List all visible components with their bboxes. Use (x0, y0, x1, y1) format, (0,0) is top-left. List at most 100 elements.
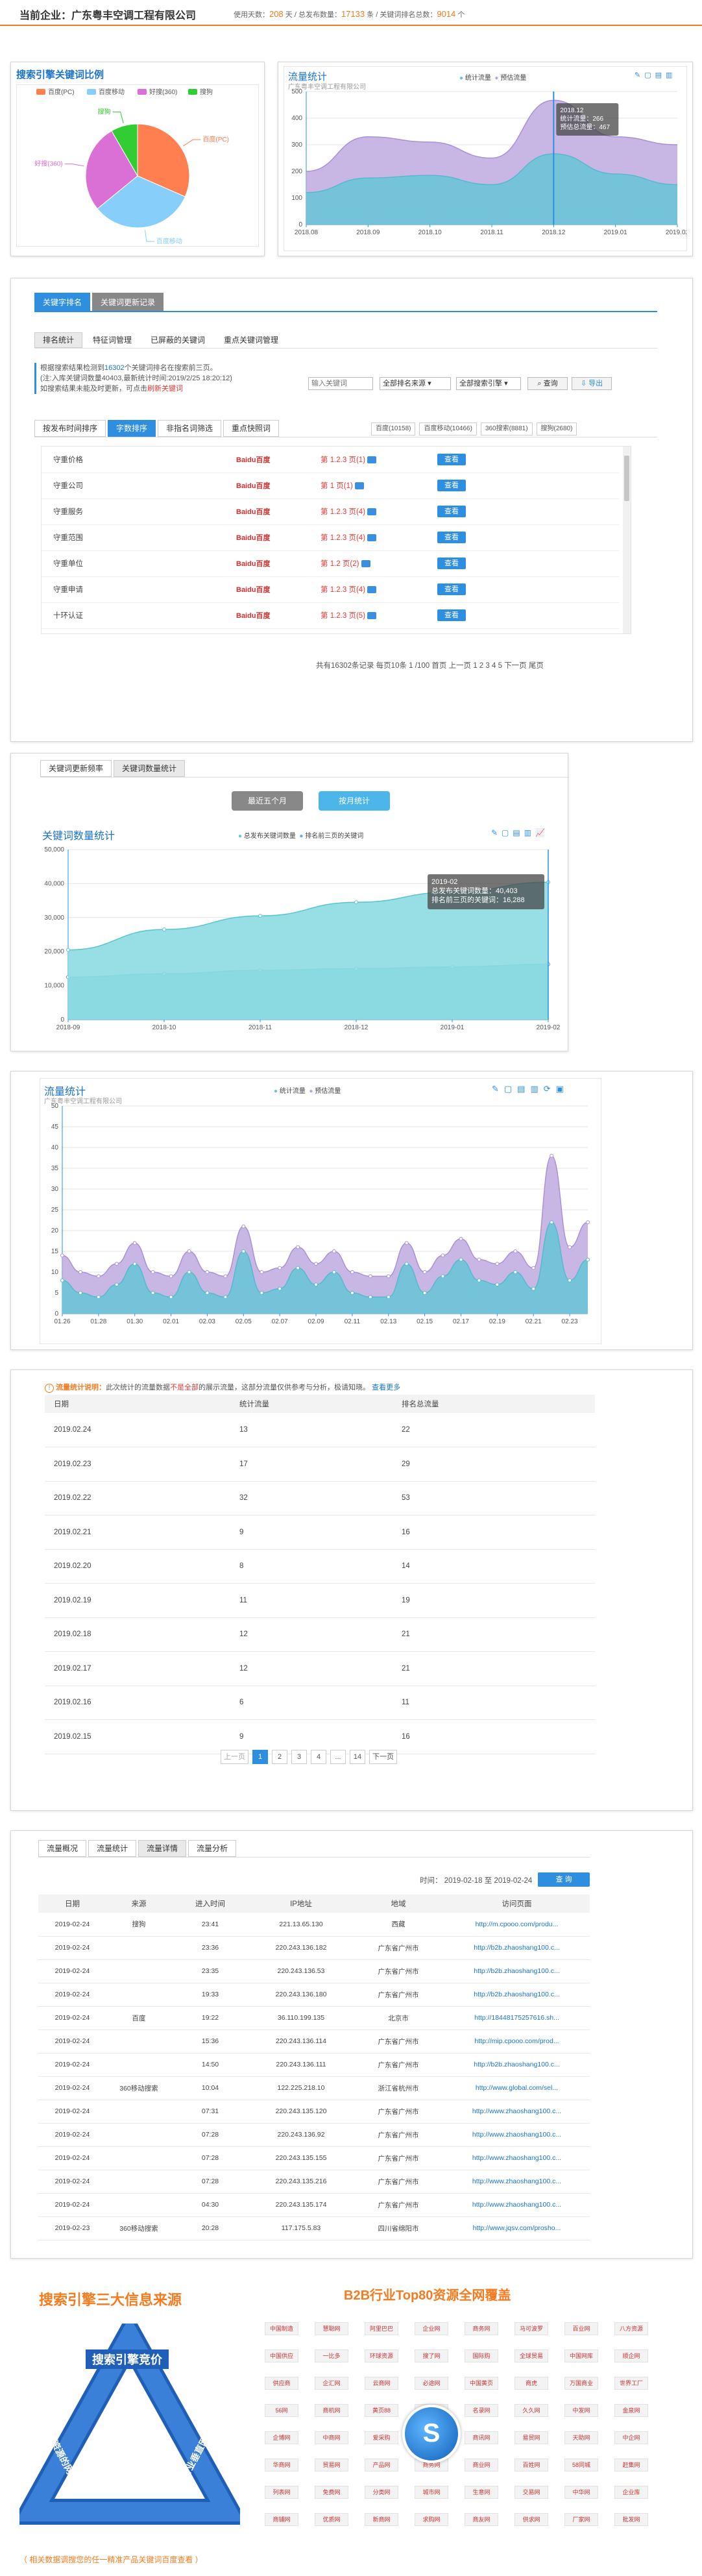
data-point[interactable] (162, 927, 166, 932)
keyword-search-input[interactable] (308, 377, 373, 390)
date-from-input[interactable]: 2019-02-18 (444, 1877, 483, 1885)
tab-keyword-update-log[interactable]: 关键词更新记录 (92, 293, 164, 311)
page-link[interactable]: http://b2b.zhaoshang100.c... (444, 1936, 590, 1959)
page-link[interactable]: http://b2b.zhaoshang100.c... (444, 1983, 590, 2006)
data-point[interactable] (354, 900, 358, 905)
data-point[interactable] (422, 1270, 427, 1274)
keyword-pager[interactable]: 共有16302条记录 每页10条 1 /100 首页 上一页 1 2 3 4 5… (316, 660, 544, 670)
data-point[interactable] (296, 1245, 300, 1249)
view-button[interactable]: 查看 (437, 609, 466, 621)
pager-item[interactable]: 下一页 (369, 1750, 397, 1764)
keyword-table-scrollbar[interactable] (623, 447, 631, 633)
pager-item[interactable]: 14 (350, 1750, 365, 1764)
query-button[interactable]: ⌕ 查询 (527, 377, 568, 390)
date-to-input[interactable]: 2019-02-24 (494, 1877, 532, 1885)
pager-item[interactable]: ... (330, 1750, 346, 1764)
data-point[interactable] (386, 1295, 391, 1299)
data-point[interactable] (223, 1274, 228, 1279)
data-point[interactable] (314, 1282, 319, 1287)
data-point[interactable] (568, 1245, 572, 1249)
keyword-count-toolbox[interactable]: ✎▢▤▥📈 (491, 828, 549, 837)
data-point[interactable] (568, 1278, 572, 1282)
page-link[interactable]: http://www.global.com/sel... (444, 2076, 590, 2100)
data-point[interactable] (441, 1253, 445, 1258)
data-point[interactable] (495, 1262, 500, 1266)
data-point[interactable] (205, 1291, 210, 1295)
data-point[interactable] (550, 1153, 554, 1158)
data-point[interactable] (60, 1278, 64, 1282)
data-point[interactable] (404, 1241, 409, 1245)
engine-count-baidu-mobile[interactable]: 百度移动(10466) (419, 423, 477, 435)
subtab-blocked-keywords[interactable]: 已屏蔽的关键词 (142, 332, 214, 348)
view-button[interactable]: 查看 (437, 583, 466, 595)
engine-count-baidu[interactable]: 百度(10158) (371, 423, 416, 435)
data-point[interactable] (278, 1266, 282, 1270)
flow-daily-toolbox[interactable]: ✎▢▤▥⟳▣ (492, 1084, 569, 1094)
tab-keyword-frequency[interactable]: 关键词更新频率 (40, 760, 112, 777)
view-button[interactable]: 查看 (437, 558, 466, 569)
monthly-stats-button[interactable]: 按月统计 (319, 791, 390, 811)
page-link[interactable]: http://b2b.zhaoshang100.c... (444, 2053, 590, 2076)
key-snapshot-words[interactable]: 重点快照词 (223, 420, 280, 437)
data-point[interactable] (60, 1253, 64, 1258)
data-point[interactable] (151, 1270, 155, 1274)
tab-keyword-count[interactable]: 关键词数量统计 (114, 760, 186, 777)
snapshot-icon[interactable] (355, 482, 365, 490)
data-point[interactable] (477, 1278, 481, 1282)
data-point[interactable] (296, 1266, 300, 1270)
page-link[interactable]: http://m.cpooo.com/produ... (444, 1913, 590, 1936)
pager-item[interactable]: 2 (272, 1750, 287, 1764)
data-point[interactable] (96, 1274, 101, 1279)
data-point[interactable] (404, 1262, 409, 1266)
view-button[interactable]: 查看 (437, 480, 466, 491)
data-point[interactable] (96, 1295, 101, 1299)
data-point[interactable] (513, 1270, 518, 1274)
tab-flow-detail[interactable]: 流量详情 (138, 1840, 187, 1857)
data-point[interactable] (114, 1262, 119, 1266)
data-point[interactable] (241, 1249, 246, 1253)
data-point[interactable] (169, 1274, 173, 1279)
data-point[interactable] (459, 1236, 463, 1241)
data-point[interactable] (350, 1270, 354, 1274)
engine-count-360[interactable]: 360搜索(8881) (480, 423, 533, 435)
data-point[interactable] (586, 1220, 590, 1225)
data-point[interactable] (78, 1270, 82, 1274)
data-point[interactable] (332, 1270, 336, 1274)
page-link[interactable]: http://www.zhaoshang100.c... (444, 2193, 590, 2216)
data-point[interactable] (258, 914, 262, 918)
page-link[interactable]: http://www.zhaoshang100.c... (444, 2100, 590, 2123)
date-query-button[interactable]: 查 询 (538, 1872, 590, 1887)
snapshot-icon[interactable] (367, 612, 377, 620)
subtab-key-keywords[interactable]: 重点关键词管理 (215, 332, 287, 348)
data-point[interactable] (132, 1262, 137, 1266)
data-point[interactable] (368, 1295, 372, 1299)
flow-top-toolbox[interactable]: ✎▢▤▥ (635, 71, 676, 79)
snapshot-icon[interactable] (361, 560, 370, 568)
data-point[interactable] (386, 1274, 391, 1279)
data-point[interactable] (550, 1220, 554, 1225)
engine-count-sogou[interactable]: 搜狗(2680) (536, 423, 577, 435)
snapshot-icon[interactable] (367, 456, 377, 464)
data-point[interactable] (350, 1291, 354, 1295)
tab-flow-stats[interactable]: 流量统计 (88, 1840, 137, 1857)
rank-source-select[interactable]: 全部排名来源 ▾ (380, 377, 451, 390)
data-point[interactable] (223, 1295, 228, 1299)
page-link[interactable]: http://www.zhaoshang100.c... (444, 2170, 590, 2193)
view-button[interactable]: 查看 (437, 453, 466, 465)
subtab-rank-stats[interactable]: 排名统计 (34, 332, 83, 348)
data-point[interactable] (241, 1224, 246, 1229)
page-link[interactable]: http://mip.cpooo.com/prod... (444, 2030, 590, 2053)
data-point[interactable] (187, 1270, 191, 1274)
view-button[interactable]: 查看 (437, 532, 466, 543)
view-button[interactable]: 查看 (437, 506, 466, 517)
sort-by-wordcount[interactable]: 字数排序 (108, 420, 156, 437)
data-point[interactable] (205, 1270, 210, 1274)
data-point[interactable] (169, 1295, 173, 1299)
data-point[interactable] (332, 1249, 336, 1253)
data-point[interactable] (477, 1257, 481, 1262)
data-point[interactable] (531, 1266, 536, 1270)
data-point[interactable] (495, 1282, 500, 1287)
data-point[interactable] (314, 1262, 319, 1266)
filter-non-brand[interactable]: 非指名词筛选 (158, 420, 222, 437)
data-point[interactable] (66, 948, 70, 952)
